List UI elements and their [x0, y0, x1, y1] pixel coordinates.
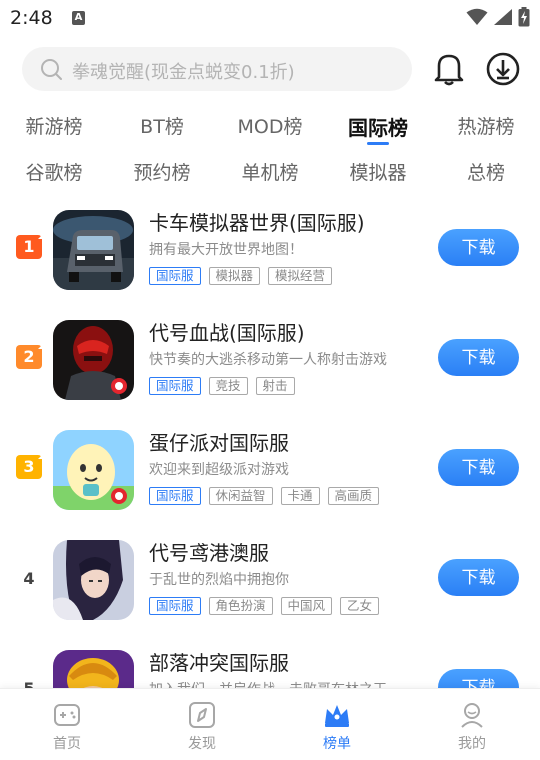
tab-reservation[interactable]: 预约榜: [133, 158, 190, 185]
status-time: 2:48: [10, 7, 53, 29]
tab-offline[interactable]: 单机榜: [241, 158, 298, 185]
tab-new-games[interactable]: 新游榜: [25, 112, 82, 139]
bottom-nav: 首页 发现 榜单 我的: [0, 688, 540, 760]
user-icon: [461, 703, 483, 728]
tag: 模拟经营: [268, 267, 333, 285]
nav-profile[interactable]: 我的: [427, 689, 517, 760]
tab-hot[interactable]: 热游榜: [457, 112, 514, 139]
tab-bt[interactable]: BT榜: [140, 112, 184, 139]
app-title[interactable]: 卡车模拟器世界(国际服): [149, 207, 365, 236]
download-button[interactable]: 下载: [438, 339, 519, 376]
tag: 角色扮演: [208, 597, 273, 615]
app-tags: 国际服 竞技 射击: [149, 377, 295, 395]
tab-total[interactable]: 总榜: [467, 158, 505, 185]
app-description: 快节奏的大逃杀移动第一人称射击游戏: [149, 352, 387, 368]
status-icons: [466, 6, 530, 28]
status-bar: 2:48 A: [0, 0, 540, 36]
tab-label: 新游榜: [25, 116, 83, 138]
tab-international[interactable]: 国际榜: [348, 112, 408, 145]
download-button[interactable]: 下载: [438, 559, 519, 596]
nav-rankings[interactable]: 榜单: [292, 689, 382, 760]
tag: 国际服: [149, 487, 201, 505]
notification-icon: A: [72, 11, 85, 25]
tab-label: 国际榜: [348, 116, 408, 140]
search-row: 拳魂觉醒(现金点蜕变0.1折): [0, 44, 540, 96]
tab-emulator[interactable]: 模拟器: [349, 158, 406, 185]
nav-label: 榜单: [323, 736, 351, 752]
tab-label: MOD榜: [237, 116, 303, 138]
app-description: 拥有最大开放世界地图！: [149, 242, 303, 258]
rank-number: 4: [23, 569, 35, 588]
rank-number: 5: [16, 679, 42, 688]
rank-badge: 3: [16, 450, 47, 479]
nav-label: 发现: [188, 736, 216, 752]
app-tags: 国际服 模拟器 模拟经营: [149, 267, 333, 285]
app-icon-clash-of-clans[interactable]: [53, 650, 134, 688]
list-item[interactable]: 4 代号鸢港澳服 于乱世的烈焰中拥抱你 国际服 角色扮演 中国风 乙女 下载: [0, 535, 540, 645]
tab-label: 模拟器: [349, 162, 407, 184]
app-icon-truck-simulator[interactable]: [53, 210, 134, 290]
tab-label: 谷歌榜: [25, 162, 83, 184]
rank-badge: 1: [16, 230, 47, 259]
app-tags: 国际服 休闲益智 卡通 高画质: [149, 487, 380, 505]
app-description: 欢迎来到超级派对游戏: [149, 462, 289, 478]
tag: 射击: [255, 377, 295, 395]
tab-label: 总榜: [466, 162, 506, 184]
rank-badge: 2: [16, 340, 47, 369]
download-button[interactable]: 下载: [438, 449, 519, 486]
tag: 卡通: [280, 487, 320, 505]
app-title[interactable]: 部落冲突国际服: [149, 647, 289, 676]
tag: 高画质: [327, 487, 380, 505]
list-item[interactable]: 1 卡车模拟器世界(国际服) 拥有最大开放世界地图！ 国际服 模拟器 模拟经营 …: [0, 205, 540, 315]
tab-google[interactable]: 谷歌榜: [25, 158, 82, 185]
tag: 乙女: [340, 597, 380, 615]
sub-category-tabs: 谷歌榜 预约榜 单机榜 模拟器 总榜: [0, 158, 540, 198]
gamepad-icon: [54, 704, 80, 726]
list-item[interactable]: 2 代号血战(国际服) 快节奏的大逃杀移动第一人称射击游戏 国际服 竞技 射击 …: [0, 315, 540, 425]
signal-icon: [494, 9, 512, 25]
tag: 国际服: [149, 267, 201, 285]
app-icon-code-yuan[interactable]: [53, 540, 134, 620]
list-item[interactable]: 5 部落冲突国际服 加入我们，并肩作战，击败哥布林之王 下载: [0, 645, 540, 688]
nav-label: 我的: [458, 736, 486, 752]
crown-icon: [325, 705, 349, 727]
active-tab-indicator: [367, 142, 389, 145]
tag: 模拟器: [208, 267, 261, 285]
download-button[interactable]: 下载: [438, 669, 519, 688]
app-description: 加入我们，并肩作战，击败哥布林之王: [149, 679, 411, 688]
app-icon-eggy-party[interactable]: [53, 430, 134, 510]
tag: 国际服: [149, 597, 201, 615]
compass-icon: [189, 702, 215, 728]
search-placeholder: 拳魂觉醒(现金点蜕变0.1折): [72, 62, 295, 83]
nav-home[interactable]: 首页: [22, 689, 112, 760]
tab-label: BT榜: [140, 116, 184, 138]
download-icon[interactable]: [486, 52, 520, 86]
app-title[interactable]: 代号鸢港澳服: [149, 537, 269, 566]
app-description: 于乱世的烈焰中拥抱你: [149, 572, 289, 588]
nav-label: 首页: [53, 736, 81, 752]
category-tabs: 新游榜 BT榜 MOD榜 国际榜 热游榜: [0, 112, 540, 152]
tab-label: 单机榜: [241, 162, 299, 184]
ranking-list: 1 卡车模拟器世界(国际服) 拥有最大开放世界地图！ 国际服 模拟器 模拟经营 …: [0, 200, 540, 688]
tag: 中国风: [280, 597, 333, 615]
app-icon-blood-strike[interactable]: [53, 320, 134, 400]
search-icon: [41, 59, 62, 80]
tag: 国际服: [149, 377, 201, 395]
search-input[interactable]: 拳魂觉醒(现金点蜕变0.1折): [22, 47, 412, 91]
tab-label: 预约榜: [133, 162, 191, 184]
app-tags: 国际服 角色扮演 中国风 乙女: [149, 597, 380, 615]
app-title[interactable]: 蛋仔派对国际服: [149, 427, 289, 456]
nav-discover[interactable]: 发现: [157, 689, 247, 760]
battery-icon: [518, 7, 530, 27]
download-button[interactable]: 下载: [438, 229, 519, 266]
wifi-icon: [466, 8, 488, 25]
tab-label: 热游榜: [457, 116, 515, 138]
bell-icon[interactable]: [433, 52, 465, 86]
list-item[interactable]: 3 蛋仔派对国际服 欢迎来到超级派对游戏 国际服 休闲益智 卡通 高画质 下载: [0, 425, 540, 535]
tag: 竞技: [208, 377, 248, 395]
tag: 休闲益智: [208, 487, 273, 505]
tab-mod[interactable]: MOD榜: [238, 112, 303, 139]
app-title[interactable]: 代号血战(国际服): [149, 317, 305, 346]
